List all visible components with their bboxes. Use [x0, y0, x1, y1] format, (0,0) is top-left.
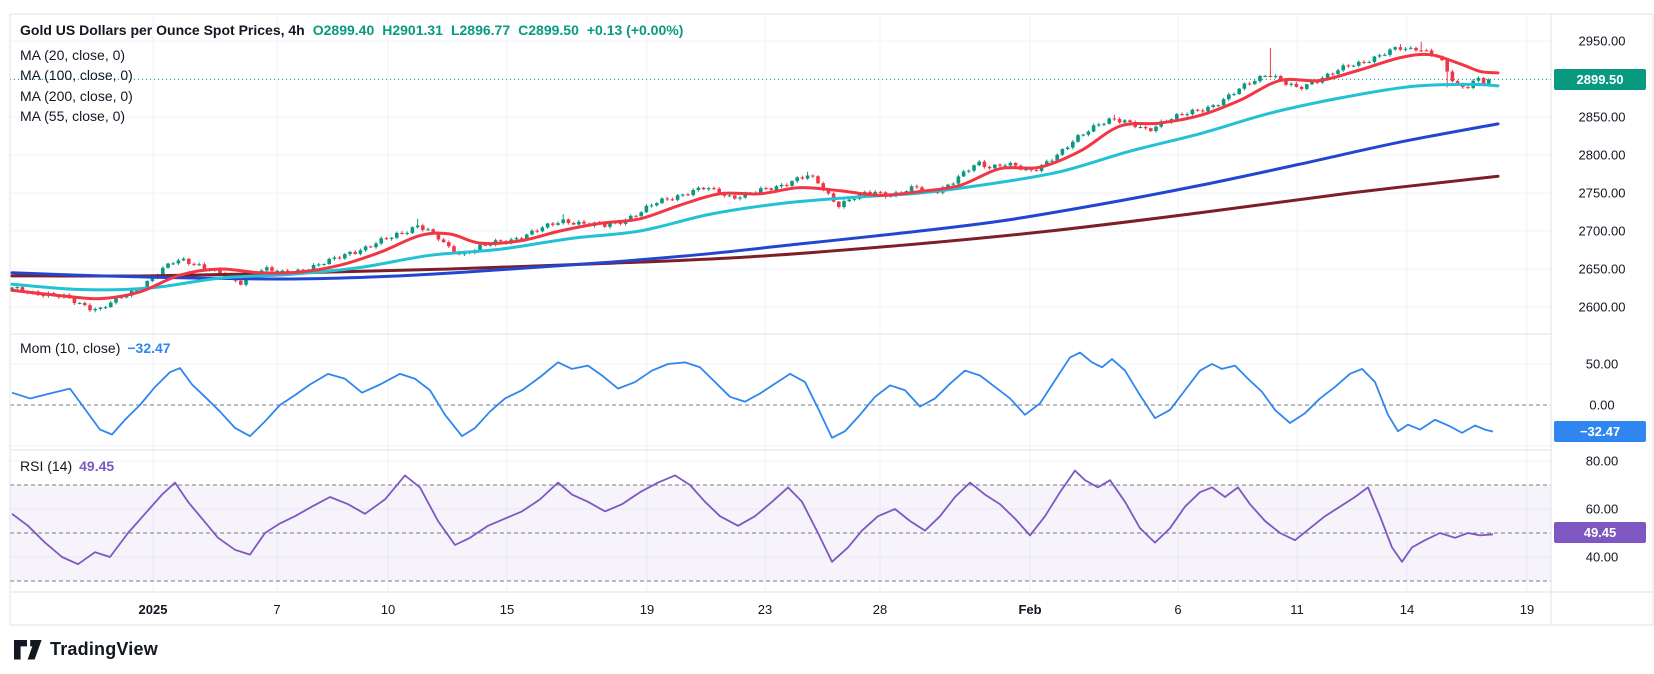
time-axis[interactable]	[10, 593, 1551, 625]
ohlc-change: +0.13 (+0.00%)	[587, 22, 684, 38]
momentum-value: −32.47	[127, 340, 170, 356]
chart-canvas[interactable]: 2950.002850.002800.002750.002700.002650.…	[0, 0, 1654, 674]
legend-momentum[interactable]: Mom (10, close) −32.47	[20, 340, 171, 356]
rsi-label: RSI (14)	[20, 458, 72, 474]
ohlc-high: H2901.31	[382, 22, 443, 38]
legend-ma-100[interactable]: MA (100, close, 0)	[20, 67, 133, 83]
momentum-label: Mom (10, close)	[20, 340, 120, 356]
legend-ma-20[interactable]: MA (20, close, 0)	[20, 47, 125, 63]
tradingview-logo-icon	[14, 640, 42, 660]
legend-ma-55[interactable]: MA (55, close, 0)	[20, 108, 125, 124]
rsi-value-badge: 49.45	[1554, 522, 1646, 543]
momentum-value-badge: −32.47	[1554, 421, 1646, 442]
ohlc-low: L2896.77	[451, 22, 510, 38]
tradingview-attribution[interactable]: TradingView	[14, 639, 158, 660]
last-price-badge: 2899.50	[1554, 69, 1646, 90]
tradingview-logo-text: TradingView	[50, 639, 158, 660]
rsi-value: 49.45	[79, 458, 114, 474]
price-axis[interactable]	[1552, 14, 1653, 592]
ohlc-open: O2899.40	[313, 22, 375, 38]
legend-rsi[interactable]: RSI (14) 49.45	[20, 458, 114, 474]
symbol-legend[interactable]: Gold US Dollars per Ounce Spot Prices, 4…	[20, 22, 683, 38]
symbol-title: Gold US Dollars per Ounce Spot Prices, 4…	[20, 22, 305, 38]
legend-ma-200[interactable]: MA (200, close, 0)	[20, 88, 133, 104]
ohlc-close: C2899.50	[518, 22, 579, 38]
